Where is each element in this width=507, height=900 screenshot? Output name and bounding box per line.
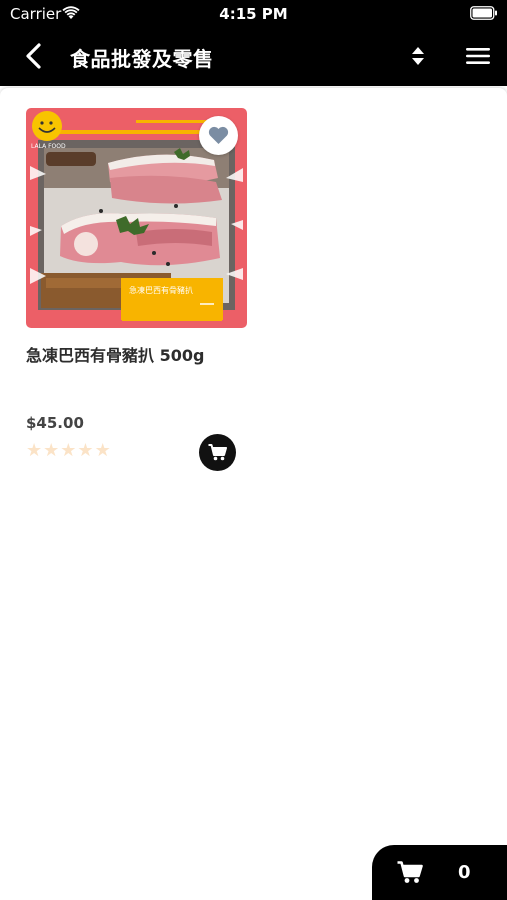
brand-logo-text: LALA FOOD: [31, 143, 66, 150]
floating-cart-button[interactable]: 0: [372, 845, 507, 900]
page-title: 食品批發及零售: [70, 47, 214, 71]
star-icon: ★: [43, 440, 60, 461]
star-icon: ★: [94, 440, 111, 461]
star-icon: ★: [26, 440, 43, 461]
battery-icon: [470, 6, 497, 20]
product-image[interactable]: 急凍巴西有骨豬扒 LALA FOOD: [26, 108, 247, 328]
chevron-left-icon[interactable]: [22, 43, 46, 69]
add-to-cart-button[interactable]: [199, 434, 236, 471]
favorite-button[interactable]: [199, 116, 238, 155]
heart-icon: [208, 126, 229, 144]
status-time: 4:15 PM: [219, 5, 288, 23]
cart-count: 0: [458, 862, 471, 883]
product-price: $45.00: [26, 414, 84, 432]
cart-icon: [397, 861, 423, 883]
content-area: 急凍巴西有骨豬扒 LALA FOOD 急凍巴西有骨豬扒 500g $45.00 …: [0, 86, 507, 900]
product-card[interactable]: 急凍巴西有骨豬扒 LALA FOOD 急凍巴西有骨豬扒 500g $45.00 …: [26, 108, 248, 471]
product-name[interactable]: 急凍巴西有骨豬扒 500g: [26, 342, 204, 366]
product-list: 急凍巴西有骨豬扒 LALA FOOD 急凍巴西有骨豬扒 500g $45.00 …: [0, 88, 507, 900]
star-rating: ★ ★ ★ ★ ★: [26, 442, 111, 460]
sort-updown-icon[interactable]: [408, 45, 428, 67]
cart-icon: [208, 444, 227, 461]
status-bar: Carrier 4:15 PM: [0, 0, 507, 28]
star-icon: ★: [77, 440, 94, 461]
nav-bar: 食品批發及零售: [0, 30, 507, 82]
hamburger-menu-icon[interactable]: [465, 45, 491, 67]
image-label-text: 急凍巴西有骨豬扒: [129, 285, 193, 295]
star-icon: ★: [60, 440, 77, 461]
top-bar: Carrier 4:15 PM 食品批發及零售: [0, 0, 507, 86]
